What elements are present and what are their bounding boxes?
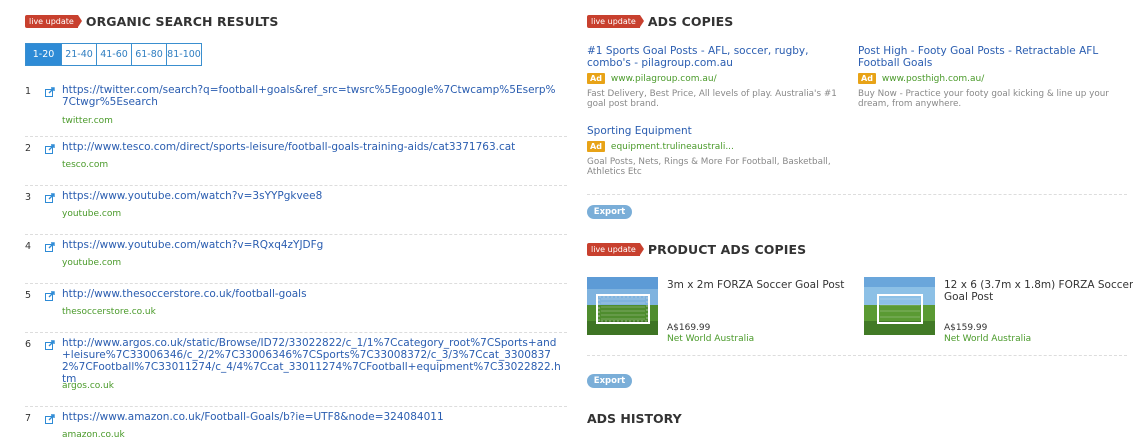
result-domain: twitter.com — [62, 116, 113, 126]
product-image[interactable] — [587, 277, 658, 335]
product-ad: 3m x 2m FORZA Soccer Goal Post A$169.99 … — [587, 277, 857, 344]
result-domain: tesco.com — [62, 160, 109, 170]
table-row: 4 https://www.youtube.com/watch?v=RQxq4z… — [25, 235, 567, 284]
external-link-icon[interactable] — [45, 87, 55, 97]
product-ads-title: PRODUCT ADS COPIES — [647, 241, 807, 257]
live-update-badge: live update — [587, 242, 644, 256]
ad-display-url[interactable]: www.posthigh.com.au/ — [882, 74, 984, 84]
external-link-icon[interactable] — [45, 291, 55, 301]
ad-copy: Post High - Footy Goal Posts - Retractab… — [858, 45, 1123, 109]
external-link-icon[interactable] — [45, 193, 55, 203]
result-url[interactable]: https://www.youtube.com/watch?v=RQxq4zYJ… — [62, 239, 562, 251]
result-url[interactable]: http://www.argos.co.uk/static/Browse/ID7… — [62, 337, 562, 385]
page-81-100[interactable]: 81-100 — [166, 44, 201, 65]
ad-title[interactable]: #1 Sports Goal Posts - AFL, soccer, rugb… — [587, 45, 852, 69]
table-row: 6 http://www.argos.co.uk/static/Browse/I… — [25, 333, 567, 407]
result-position: 4 — [25, 241, 32, 252]
result-position: 5 — [25, 290, 32, 301]
table-row: 3 https://www.youtube.com/watch?v=3sYYPg… — [25, 186, 567, 235]
table-row: 5 http://www.thesoccerstore.co.uk/footba… — [25, 284, 567, 333]
organic-title: ORGANIC SEARCH RESULTS — [85, 13, 279, 29]
ad-copy: Sporting Equipment Ad equipment.trulinea… — [587, 125, 837, 177]
result-domain: argos.co.uk — [62, 381, 114, 391]
product-ads-header: live update PRODUCT ADS COPIES — [587, 241, 806, 257]
result-url[interactable]: http://www.thesoccerstore.co.uk/football… — [62, 288, 562, 300]
table-row: 7 https://www.amazon.co.uk/Football-Goal… — [25, 407, 567, 439]
ad-copy: #1 Sports Goal Posts - AFL, soccer, rugb… — [587, 45, 852, 109]
ad-display-url[interactable]: equipment.trulineaustrali... — [611, 142, 734, 152]
ad-tag: Ad — [858, 73, 876, 84]
ad-tag: Ad — [587, 73, 605, 84]
table-row: 1 https://twitter.com/search?q=football+… — [25, 80, 567, 137]
table-row: 2 http://www.tesco.com/direct/sports-lei… — [25, 137, 567, 186]
ads-title: ADS COPIES — [647, 13, 734, 29]
external-link-icon[interactable] — [45, 242, 55, 252]
product-title[interactable]: 12 x 6 (3.7m x 1.8m) FORZA Soccer Goal P… — [944, 279, 1133, 303]
ad-description: Fast Delivery, Best Price, All levels of… — [587, 89, 837, 109]
result-url[interactable]: http://www.tesco.com/direct/sports-leisu… — [62, 141, 562, 153]
external-link-icon[interactable] — [45, 340, 55, 350]
result-domain: youtube.com — [62, 258, 122, 268]
pagination: 1-20 21-40 41-60 61-80 81-100 — [25, 43, 202, 66]
ads-header: live update ADS COPIES — [587, 13, 733, 29]
ads-history-title: ADS HISTORY — [587, 411, 682, 426]
result-domain: amazon.co.uk — [62, 430, 125, 439]
product-price: A$159.99 — [944, 323, 988, 333]
result-domain: youtube.com — [62, 209, 122, 219]
product-image[interactable] — [864, 277, 935, 335]
ad-description: Buy Now - Practice your footy goal kicki… — [858, 89, 1109, 109]
result-position: 1 — [25, 86, 32, 97]
export-button[interactable]: Export — [587, 374, 632, 388]
organic-results-list: 1 https://twitter.com/search?q=football+… — [25, 80, 567, 439]
product-seller: Net World Australia — [667, 334, 755, 344]
page-41-60[interactable]: 41-60 — [96, 44, 131, 65]
page-61-80[interactable]: 61-80 — [131, 44, 166, 65]
external-link-icon[interactable] — [45, 144, 55, 154]
export-button[interactable]: Export — [587, 205, 632, 219]
product-ad: 12 x 6 (3.7m x 1.8m) FORZA Soccer Goal P… — [864, 277, 1133, 344]
divider — [587, 355, 1127, 356]
ad-title[interactable]: Sporting Equipment — [587, 125, 837, 137]
live-update-badge: live update — [25, 14, 82, 28]
page-1-20[interactable]: 1-20 — [26, 44, 61, 65]
product-price: A$169.99 — [667, 323, 711, 333]
result-position: 2 — [25, 143, 32, 154]
result-position: 6 — [25, 339, 32, 350]
ad-description: Goal Posts, Nets, Rings & More For Footb… — [587, 157, 831, 177]
external-link-icon[interactable] — [45, 414, 55, 424]
result-domain: thesoccerstore.co.uk — [62, 307, 156, 317]
divider — [587, 194, 1127, 195]
product-title[interactable]: 3m x 2m FORZA Soccer Goal Post — [667, 279, 857, 291]
organic-header: live update ORGANIC SEARCH RESULTS — [25, 13, 278, 29]
result-position: 7 — [25, 413, 32, 424]
product-seller: Net World Australia — [944, 334, 1032, 344]
ad-display-url[interactable]: www.pilagroup.com.au/ — [611, 74, 717, 84]
result-url[interactable]: https://www.youtube.com/watch?v=3sYYPgkv… — [62, 190, 562, 202]
ad-title[interactable]: Post High - Footy Goal Posts - Retractab… — [858, 45, 1123, 69]
result-position: 3 — [25, 192, 32, 203]
result-url[interactable]: https://www.amazon.co.uk/Football-Goals/… — [62, 411, 562, 423]
page-21-40[interactable]: 21-40 — [61, 44, 96, 65]
live-update-badge: live update — [587, 14, 644, 28]
result-url[interactable]: https://twitter.com/search?q=football+go… — [62, 84, 562, 108]
ad-tag: Ad — [587, 141, 605, 152]
